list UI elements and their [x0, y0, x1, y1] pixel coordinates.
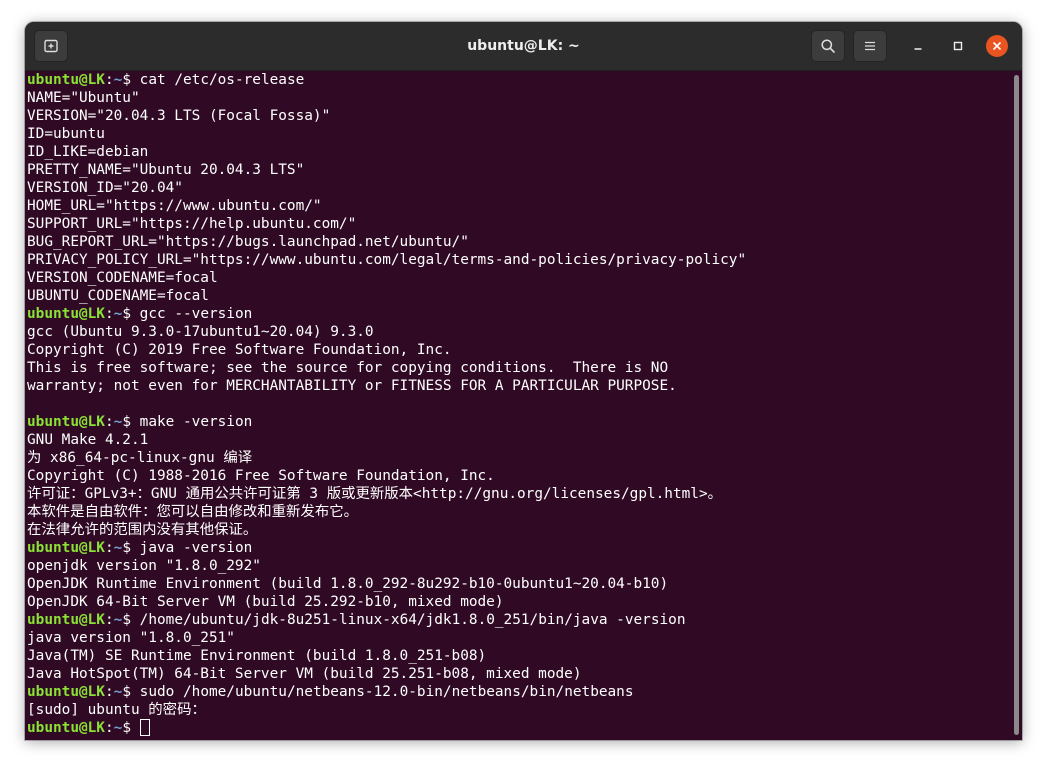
- output-line: PRIVACY_POLICY_URL="https://www.ubuntu.c…: [27, 252, 747, 268]
- prompt-user-host: ubuntu@LK: [27, 414, 105, 430]
- minimize-button[interactable]: [907, 35, 929, 57]
- output-line: [sudo] ubuntu 的密码：: [27, 702, 206, 718]
- prompt-separator: :: [104, 720, 114, 736]
- output-line: ID_LIKE=debian: [27, 144, 149, 160]
- output-line: Copyright (C) 1988-2016 Free Software Fo…: [27, 468, 495, 484]
- output-line: BUG_REPORT_URL="https://bugs.launchpad.n…: [27, 234, 469, 250]
- prompt-separator: :: [104, 306, 114, 322]
- prompt-symbol: $: [122, 612, 131, 628]
- prompt-line: ubuntu@LK:~$ make -version: [27, 413, 1022, 431]
- output-line: ID=ubuntu: [27, 126, 105, 142]
- prompt-line: ubuntu@LK:~$: [27, 719, 1022, 737]
- output-line: java version "1.8.0_251": [27, 630, 235, 646]
- terminal-scrollbar[interactable]: [1014, 75, 1019, 735]
- command-text: gcc --version: [139, 306, 253, 322]
- output-line: warranty; not even for MERCHANTABILITY o…: [27, 378, 677, 394]
- prompt-user-host: ubuntu@LK: [27, 720, 105, 736]
- terminal-output[interactable]: ubuntu@LK:~$ cat /etc/os-release NAME="Ub…: [25, 71, 1022, 740]
- terminal-cursor: [139, 719, 150, 736]
- prompt-separator: :: [104, 612, 114, 628]
- output-line: 本软件是自由软件：您可以自由修改和重新发布它。: [27, 504, 358, 520]
- prompt-separator: :: [104, 540, 114, 556]
- prompt-user-host: ubuntu@LK: [27, 540, 105, 556]
- prompt-symbol: $: [122, 306, 131, 322]
- command-text: /home/ubuntu/jdk-8u251-linux-x64/jdk1.8.…: [139, 612, 686, 628]
- terminal-window: ubuntu@LK: ~ ubuntu@LK:~$ cat /etc/os-re…: [25, 22, 1022, 740]
- prompt-separator: :: [104, 72, 114, 88]
- output-line: Copyright (C) 2019 Free Software Foundat…: [27, 342, 452, 358]
- output-line: VERSION_ID="20.04": [27, 180, 183, 196]
- prompt-separator: :: [104, 414, 114, 430]
- output-line: UBUNTU_CODENAME=focal: [27, 288, 209, 304]
- prompt-line: ubuntu@LK:~$ gcc --version: [27, 305, 1022, 323]
- search-icon: [821, 39, 835, 53]
- prompt-line: ubuntu@LK:~$ cat /etc/os-release: [27, 71, 1022, 89]
- output-line: GNU Make 4.2.1: [27, 432, 149, 448]
- output-line: 在法律允许的范围内没有其他保证。: [27, 522, 258, 538]
- output-line: VERSION="20.04.3 LTS (Focal Fossa)": [27, 108, 331, 124]
- output-line: OpenJDK 64-Bit Server VM (build 25.292-b…: [27, 594, 504, 610]
- output-line: This is free software; see the source fo…: [27, 360, 669, 376]
- menu-button[interactable]: [853, 30, 887, 62]
- maximize-button[interactable]: [947, 35, 969, 57]
- minimize-icon: [914, 48, 922, 50]
- prompt-line: ubuntu@LK:~$ sudo /home/ubuntu/netbeans-…: [27, 683, 1022, 701]
- hamburger-menu-icon: [865, 41, 875, 51]
- prompt-user-host: ubuntu@LK: [27, 306, 105, 322]
- prompt-line: ubuntu@LK:~$ java -version: [27, 539, 1022, 557]
- prompt-symbol: $: [122, 684, 131, 700]
- output-line: NAME="Ubuntu": [27, 90, 140, 106]
- output-line: Java HotSpot(TM) 64-Bit Server VM (build…: [27, 666, 582, 682]
- prompt-symbol: $: [122, 720, 131, 736]
- output-line: Java(TM) SE Runtime Environment (build 1…: [27, 648, 487, 664]
- command-text: sudo /home/ubuntu/netbeans-12.0-bin/netb…: [139, 684, 634, 700]
- prompt-line: ubuntu@LK:~$ /home/ubuntu/jdk-8u251-linu…: [27, 611, 1022, 629]
- output-line: 为 x86_64-pc-linux-gnu 编译: [27, 450, 253, 466]
- output-line: gcc (Ubuntu 9.3.0-17ubuntu1~20.04) 9.3.0: [27, 324, 374, 340]
- command-text: cat /etc/os-release: [139, 72, 305, 88]
- prompt-symbol: $: [122, 540, 131, 556]
- prompt-user-host: ubuntu@LK: [27, 72, 105, 88]
- maximize-icon: [953, 41, 963, 51]
- search-button[interactable]: [811, 30, 845, 62]
- output-line: openjdk version "1.8.0_292": [27, 558, 261, 574]
- prompt-symbol: $: [122, 72, 131, 88]
- prompt-user-host: ubuntu@LK: [27, 684, 105, 700]
- output-line: PRETTY_NAME="Ubuntu 20.04.3 LTS": [27, 162, 305, 178]
- prompt-separator: :: [104, 684, 114, 700]
- close-icon: [992, 41, 1002, 51]
- prompt-user-host: ubuntu@LK: [27, 612, 105, 628]
- prompt-symbol: $: [122, 414, 131, 430]
- output-line: OpenJDK Runtime Environment (build 1.8.0…: [27, 576, 669, 592]
- output-line: VERSION_CODENAME=focal: [27, 270, 218, 286]
- command-text: java -version: [139, 540, 253, 556]
- titlebar[interactable]: ubuntu@LK: ~: [25, 22, 1022, 71]
- close-button[interactable]: [986, 35, 1008, 57]
- output-line: HOME_URL="https://www.ubuntu.com/": [27, 198, 322, 214]
- command-text: make -version: [139, 414, 253, 430]
- output-line: 许可证：GPLv3+：GNU 通用公共许可证第 3 版或更新版本<http://…: [27, 486, 723, 502]
- output-line: SUPPORT_URL="https://help.ubuntu.com/": [27, 216, 357, 232]
